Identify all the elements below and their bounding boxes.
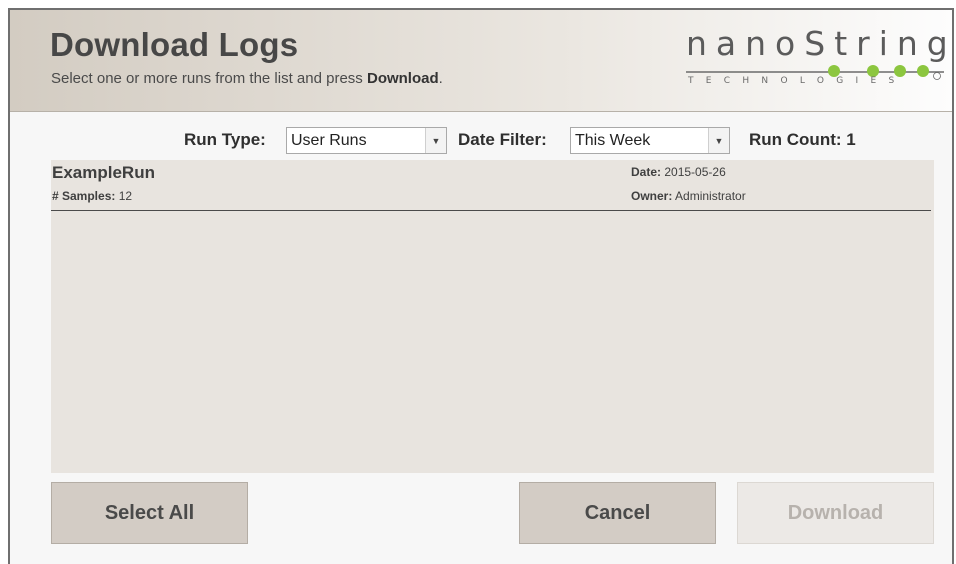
select-all-button[interactable]: Select All — [51, 482, 248, 544]
run-type-select[interactable]: User Runs ▼ — [286, 127, 447, 154]
chevron-down-icon[interactable]: ▼ — [425, 128, 446, 153]
logo-wordmark: nanoString — [686, 24, 956, 63]
run-count-label: Run Count: 1 — [749, 130, 856, 150]
run-type-label: Run Type: — [184, 130, 266, 149]
subtitle-text: Select one or more runs from the list an… — [51, 70, 367, 87]
subtitle-suffix: . — [438, 70, 443, 87]
dialog-header: Download Logs Select one or more runs fr… — [10, 10, 952, 112]
run-list[interactable]: ExampleRun # Samples: 12 Date: 2015-05-2… — [51, 160, 934, 473]
logo-subtext: TECHNOLOGIES — [688, 76, 907, 86]
run-count-value: 1 — [846, 130, 856, 149]
date-value: 2015-05-26 — [664, 165, 726, 179]
download-button: Download — [737, 482, 934, 544]
date-filter-select[interactable]: This Week ▼ — [570, 127, 730, 154]
owner-value: Administrator — [675, 189, 746, 203]
samples-value: 12 — [118, 189, 133, 203]
run-count-text: Run Count: — [749, 130, 842, 149]
run-name: ExampleRun — [52, 163, 155, 182]
date-label: Date: — [631, 165, 662, 179]
run-type-value: User Runs — [291, 132, 367, 149]
date-filter-label: Date Filter: — [458, 130, 547, 149]
cancel-button[interactable]: Cancel — [519, 482, 716, 544]
run-date: Date: 2015-05-26 — [631, 165, 726, 179]
filter-toolbar: Run Type: User Runs ▼ Date Filter: This … — [10, 126, 952, 156]
date-filter-value: This Week — [575, 132, 651, 149]
nanostring-logo: nanoString TECHNOLOGIES — [682, 24, 948, 98]
dialog-subtitle: Select one or more runs from the list an… — [51, 70, 443, 87]
list-item[interactable]: ExampleRun # Samples: 12 Date: 2015-05-2… — [51, 160, 931, 211]
dialog-title: Download Logs — [50, 26, 299, 63]
run-owner: Owner: Administrator — [631, 189, 746, 203]
download-logs-dialog: Download Logs Select one or more runs fr… — [8, 8, 954, 564]
subtitle-bold-download: Download — [366, 70, 439, 87]
samples-label: # Samples: — [52, 189, 116, 203]
chevron-down-icon[interactable]: ▼ — [708, 128, 729, 153]
owner-label: Owner: — [631, 189, 673, 203]
run-samples: # Samples: 12 — [52, 189, 132, 203]
